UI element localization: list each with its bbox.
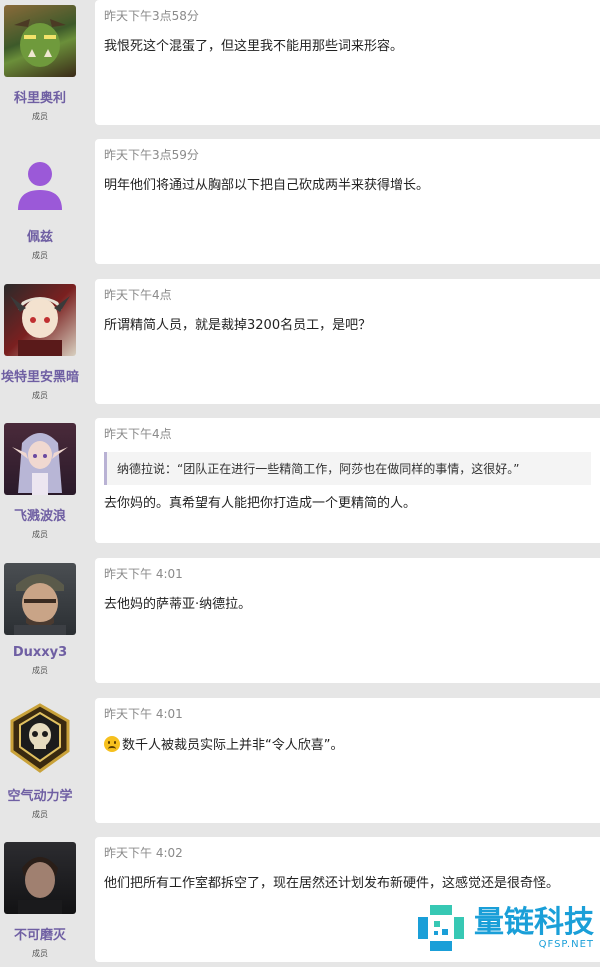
default-user-icon <box>18 162 62 210</box>
post: 飞溅波浪 成员 昨天下午4点 纳德拉说：“团队正在进行一些精简工作，阿莎也在做同… <box>0 418 600 548</box>
user-role: 成员 <box>32 666 48 675</box>
username[interactable]: 不可磨灭 <box>14 924 66 943</box>
post: 空气动力学 成员 昨天下午 4:01 数千人被裁员实际上并非“令人欣喜”。 <box>0 698 600 828</box>
message-card: 昨天下午3点58分 我恨死这个混蛋了，但这里我不能用那些词来形容。 <box>95 0 600 125</box>
timestamp[interactable]: 昨天下午 4:01 <box>104 705 591 722</box>
message-text: 数千人被裁员实际上并非“令人欣喜”。 <box>122 738 344 753</box>
watermark-text: 量链科技 QFSP.NET <box>474 904 594 950</box>
soldier-avatar-icon <box>14 574 66 635</box>
user-role: 成员 <box>32 251 48 260</box>
user-info: Duxxy3 成员 <box>0 558 80 688</box>
username[interactable]: 佩兹 <box>27 226 53 245</box>
orc-avatar-icon <box>14 19 66 67</box>
thread: 科里奥利 成员 昨天下午3点58分 我恨死这个混蛋了，但这里我不能用那些词来形容… <box>0 0 600 962</box>
avatar[interactable] <box>4 284 76 356</box>
username[interactable]: Duxxy3 <box>13 645 67 660</box>
frowning-face-icon <box>104 736 120 752</box>
username[interactable]: 空气动力学 <box>7 785 72 804</box>
message-text: 去他妈的萨蒂亚·纳德拉。 <box>104 597 252 612</box>
post: Duxxy3 成员 昨天下午 4:01 去他妈的萨蒂亚·纳德拉。 <box>0 558 600 688</box>
user-info: 空气动力学 成员 <box>0 698 80 828</box>
user-role: 成员 <box>32 949 48 958</box>
message-text: 我恨死这个混蛋了，但这里我不能用那些词来形容。 <box>104 39 404 54</box>
timestamp[interactable]: 昨天下午4点 <box>104 286 591 303</box>
user-role: 成员 <box>32 112 48 121</box>
user-role: 成员 <box>32 810 48 819</box>
message-card: 昨天下午 4:01 数千人被裁员实际上并非“令人欣喜”。 <box>95 698 600 823</box>
message-card: 昨天下午4点 纳德拉说：“团队正在进行一些精简工作，阿莎也在做同样的事情，这很好… <box>95 418 600 543</box>
avatar[interactable] <box>4 563 76 635</box>
post: 佩兹 成员 昨天下午3点59分 明年他们将通过从胸部以下把自己砍成两半来获得增长… <box>0 139 600 269</box>
message-text: 所谓精简人员，就是裁掉3200名员工，是吧？ <box>104 318 372 333</box>
message-text: 明年他们将通过从胸部以下把自己砍成两半来获得增长。 <box>104 178 430 193</box>
watermark-main: 量链科技 <box>474 904 594 940</box>
skull-badge-icon <box>10 703 70 773</box>
timestamp[interactable]: 昨天下午 4:01 <box>104 565 591 582</box>
timestamp[interactable]: 昨天下午 4:02 <box>104 844 591 861</box>
message-card: 昨天下午4点 所谓精简人员，就是裁掉3200名员工，是吧？ <box>95 279 600 404</box>
user-info: 不可磨灭 成员 <box>0 837 80 967</box>
timestamp[interactable]: 昨天下午3点58分 <box>104 7 591 24</box>
user-info: 飞溅波浪 成员 <box>0 418 80 548</box>
message-card: 昨天下午3点59分 明年他们将通过从胸部以下把自己砍成两半来获得增长。 <box>95 139 600 264</box>
avatar[interactable] <box>4 5 76 77</box>
avatar[interactable] <box>4 703 76 775</box>
watermark-sub: QFSP.NET <box>538 938 594 950</box>
anime-character-avatar-icon <box>10 296 70 356</box>
timestamp[interactable]: 昨天下午4点 <box>104 425 591 442</box>
avatar[interactable] <box>4 423 76 495</box>
avatar[interactable] <box>4 144 76 216</box>
quote-block: 纳德拉说：“团队正在进行一些精简工作，阿莎也在做同样的事情，这很好。” <box>104 452 591 485</box>
user-info: 佩兹 成员 <box>0 139 80 269</box>
man-portrait-avatar-icon <box>18 857 62 914</box>
username[interactable]: 埃特里安黑暗 <box>1 366 79 385</box>
user-role: 成员 <box>32 530 48 539</box>
message-card: 昨天下午 4:01 去他妈的萨蒂亚·纳德拉。 <box>95 558 600 683</box>
user-info: 科里奥利 成员 <box>0 0 80 130</box>
username[interactable]: 飞溅波浪 <box>14 505 66 524</box>
user-role: 成员 <box>32 391 48 400</box>
message-text-container: 数千人被裁员实际上并非“令人欣喜”。 <box>104 736 591 755</box>
watermark: 量链科技 QFSP.NET <box>416 903 594 953</box>
username[interactable]: 科里奥利 <box>14 87 66 106</box>
watermark-logo-icon <box>418 905 464 951</box>
user-info: 埃特里安黑暗 成员 <box>0 279 80 409</box>
timestamp[interactable]: 昨天下午3点59分 <box>104 146 591 163</box>
post: 科里奥利 成员 昨天下午3点58分 我恨死这个混蛋了，但这里我不能用那些词来形容… <box>0 0 600 130</box>
elf-avatar-icon <box>12 433 68 495</box>
avatar[interactable] <box>4 842 76 914</box>
post: 埃特里安黑暗 成员 昨天下午4点 所谓精简人员，就是裁掉3200名员工，是吧？ <box>0 279 600 409</box>
message-text: 他们把所有工作室都拆空了，现在居然还计划发布新硬件，这感觉还是很奇怪。 <box>104 876 560 891</box>
message-text: 去你妈的。真希望有人能把你打造成一个更精简的人。 <box>104 496 417 511</box>
